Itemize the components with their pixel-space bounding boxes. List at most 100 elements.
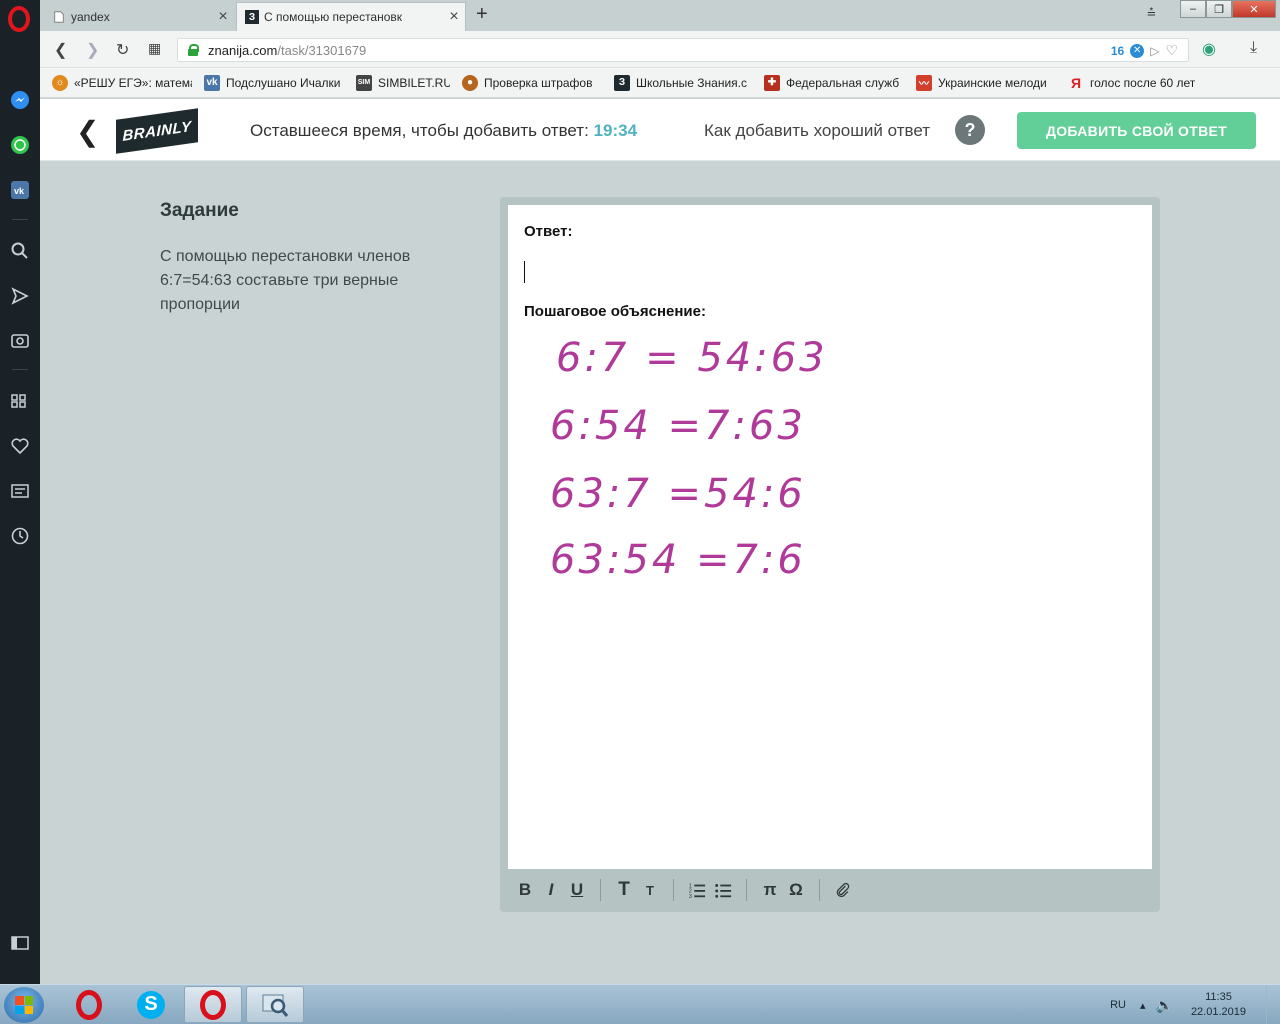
bold-button[interactable]: B <box>512 877 538 903</box>
bookmark-label: SIMBILET.RU <box>378 75 450 90</box>
url-host: znanija.com <box>208 42 278 58</box>
clock[interactable]: 11:35 22.01.2019 <box>1191 990 1246 1020</box>
vpn-icon[interactable]: ◉ <box>1202 39 1216 59</box>
howto-link[interactable]: Как добавить хороший ответ <box>704 121 930 141</box>
attachment-icon[interactable] <box>830 877 856 903</box>
search-icon[interactable] <box>9 240 31 262</box>
tab-yandex[interactable]: yandex × <box>44 2 234 31</box>
opera-icon <box>76 989 102 1020</box>
timer: Оставшееся время, чтобы добавить ответ: … <box>250 121 637 141</box>
step-label: Пошаговое объяснение: <box>524 303 706 320</box>
bookmark-item[interactable]: З Школьные Знания.с <box>614 74 752 91</box>
italic-button[interactable]: I <box>538 877 564 903</box>
music-icon: 〰 <box>916 74 932 91</box>
new-tab-button[interactable]: + <box>476 3 488 26</box>
maximize-button[interactable]: ❐ <box>1206 0 1232 18</box>
speed-dial-icon[interactable] <box>9 390 31 412</box>
download-icon[interactable]: ⤓ <box>1250 39 1257 57</box>
bookmark-label: голос после 60 лет с <box>1090 75 1198 90</box>
page-icon <box>52 10 66 24</box>
timer-label: Оставшееся время, чтобы добавить ответ: <box>250 121 589 140</box>
share-icon[interactable]: ▷ <box>1150 44 1159 58</box>
sidebar-toggle-icon[interactable] <box>9 932 31 954</box>
svg-text:3: 3 <box>689 894 692 899</box>
bookmark-item[interactable]: 〰 Украинские мелоди <box>916 74 1056 91</box>
menu-icon[interactable]: ⩮ <box>1147 4 1156 22</box>
whatsapp-icon[interactable] <box>9 134 31 156</box>
bookmark-item[interactable]: Яголос после 60 лет с <box>1068 75 1198 91</box>
yandex-icon: Я <box>1070 74 1082 91</box>
bookmark-item[interactable]: SIM SIMBILET.RU <box>356 74 450 91</box>
underline-button[interactable]: U <box>564 877 590 903</box>
url-field[interactable]: znanija.com/task/31301679 16 ✕ ▷ ♡ <box>177 38 1189 62</box>
back-arrow-icon[interactable]: ❮ <box>76 115 99 148</box>
editor-toolbar: B I U T T 123 π Ω <box>508 873 1152 907</box>
bookmark-item[interactable]: ● Проверка штрафов <box>462 74 602 91</box>
close-icon[interactable]: × <box>443 8 465 26</box>
opera-icon <box>200 989 226 1020</box>
bookmark-label: «РЕШУ ЕГЭ»: матема <box>74 75 192 90</box>
vk-icon[interactable]: vk <box>9 179 31 201</box>
znania-icon: З <box>245 10 259 24</box>
sim-icon: SIM <box>356 74 372 91</box>
bullet-list-icon[interactable] <box>710 877 736 903</box>
opera-sidebar: vk <box>0 0 40 984</box>
clock-date: 22.01.2019 <box>1190 1006 1246 1018</box>
heading-small-button[interactable]: T <box>637 877 663 903</box>
volume-icon[interactable]: 🔈 <box>1156 997 1173 1014</box>
taskbar-opera[interactable] <box>60 986 118 1023</box>
help-icon[interactable]: ? <box>955 115 985 145</box>
pi-button[interactable]: π <box>757 877 783 903</box>
svg-text:vk: vk <box>14 186 25 196</box>
send-icon[interactable] <box>9 285 31 307</box>
tab-title: С помощью перестановк <box>264 10 403 24</box>
forward-icon[interactable]: ❯ <box>86 40 99 60</box>
bookmark-item[interactable]: ✚ Федеральная служб <box>764 74 904 91</box>
minimize-button[interactable]: – <box>1180 0 1206 18</box>
taskbar-opera-active[interactable] <box>184 986 242 1023</box>
news-icon[interactable] <box>9 480 31 502</box>
heart-icon[interactable] <box>9 435 31 457</box>
heading-large-button[interactable]: T <box>611 877 637 903</box>
bookmark-item[interactable]: ☼ «РЕШУ ЕГЭ»: матема <box>52 74 192 91</box>
tab-znanija[interactable]: З С помощью перестановк × <box>236 2 466 31</box>
bookmark-heart-icon[interactable]: ♡ <box>1165 42 1178 59</box>
editor-body[interactable]: Ответ: Пошаговое объяснение: 6:7 = 54:63… <box>508 205 1152 869</box>
show-desktop-button[interactable] <box>1266 985 1280 1024</box>
magnifier-icon <box>262 994 289 1017</box>
history-icon[interactable] <box>9 525 31 547</box>
adblock-icon[interactable]: ✕ <box>1130 43 1145 58</box>
close-window-button[interactable]: ✕ <box>1232 0 1276 18</box>
ordered-list-icon[interactable]: 123 <box>684 877 710 903</box>
task-title: Задание <box>160 200 239 221</box>
reload-icon[interactable]: ↻ <box>116 40 129 60</box>
system-tray: RU ▴ 🔈 11:35 22.01.2019 <box>1110 985 1280 1024</box>
omega-button[interactable]: Ω <box>783 877 809 903</box>
resh-icon: ☼ <box>52 74 68 91</box>
handwritten-image: 6:7 = 54:63 6:54 =7:63 63:7 =54:6 63:54 … <box>544 325 964 595</box>
back-icon[interactable]: ❮ <box>54 40 67 60</box>
chevron-up-icon[interactable]: ▴ <box>1140 999 1146 1012</box>
adblock-count: 16 <box>1110 43 1125 58</box>
taskbar-search-app[interactable] <box>246 986 304 1023</box>
gibdd-icon: ● <box>462 74 478 91</box>
close-icon[interactable]: × <box>212 8 234 26</box>
messenger-icon[interactable] <box>9 89 31 111</box>
bookmarks-bar: ☼ «РЕШУ ЕГЭ»: матема vk Подслушано Ичалки … <box>40 68 1280 98</box>
clock-time: 11:35 <box>1205 991 1232 1003</box>
bookmark-label: Школьные Знания.с <box>636 75 748 90</box>
text-cursor <box>524 261 525 283</box>
start-button[interactable] <box>4 987 44 1023</box>
camera-icon[interactable] <box>9 329 31 351</box>
taskbar-skype[interactable]: S <box>122 986 180 1023</box>
add-answer-button[interactable]: ДОБАВИТЬ СВОЙ ОТВЕТ <box>1017 112 1256 149</box>
znania-icon: З <box>614 74 630 91</box>
language-indicator[interactable]: RU <box>1110 999 1126 1011</box>
tab-strip: yandex × З С помощью перестановк × + ⩮ –… <box>40 0 1280 31</box>
bookmark-item[interactable]: vk Подслушано Ичалки <box>204 74 344 91</box>
task-text: С помощью перестановки членов 6:7=54:63 … <box>160 248 411 313</box>
brainly-logo[interactable]: BRAINLY <box>116 108 198 154</box>
opera-logo-icon[interactable] <box>8 6 30 32</box>
skype-icon: S <box>137 990 165 1019</box>
tabs-grid-icon[interactable]: ▦ <box>148 40 161 57</box>
